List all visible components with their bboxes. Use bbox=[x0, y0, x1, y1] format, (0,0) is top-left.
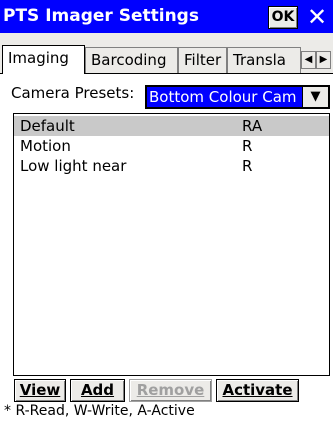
preset-name: Default bbox=[20, 117, 75, 135]
close-icon[interactable]: ✕ bbox=[303, 3, 331, 31]
legend-footnote: * R-Read, W-Write, A-Active bbox=[4, 403, 195, 419]
remove-button[interactable]: Remove bbox=[129, 379, 212, 402]
camera-presets-dropdown[interactable]: Bottom Colour Cam ▼ bbox=[145, 85, 330, 109]
preset-list[interactable]: Default RA Motion R Low light near R bbox=[13, 113, 330, 376]
view-button[interactable]: View bbox=[14, 379, 66, 402]
tab-barcoding[interactable]: Barcoding bbox=[85, 47, 178, 73]
preset-name: Low light near bbox=[20, 157, 127, 175]
tab-filter[interactable]: Filter bbox=[178, 47, 227, 73]
preset-flags: R bbox=[242, 157, 253, 175]
preset-name: Motion bbox=[20, 137, 71, 155]
list-item[interactable]: Default RA bbox=[14, 116, 329, 136]
list-item[interactable]: Motion R bbox=[14, 136, 329, 156]
tab-scroll-right-icon[interactable]: ▶ bbox=[316, 51, 331, 69]
preset-flags: R bbox=[242, 137, 253, 155]
activate-button[interactable]: Activate bbox=[216, 379, 299, 402]
camera-presets-value[interactable]: Bottom Colour Cam bbox=[147, 87, 303, 107]
camera-presets-label: Camera Presets: bbox=[11, 84, 135, 102]
tab-translation[interactable]: Transla bbox=[227, 47, 301, 73]
tab-bar: Imaging Barcoding Filter Transla bbox=[0, 45, 333, 74]
tab-scroll-left-icon[interactable]: ◀ bbox=[301, 51, 316, 69]
ok-button[interactable]: OK bbox=[268, 6, 298, 29]
chevron-down-icon[interactable]: ▼ bbox=[302, 87, 328, 107]
window-title: PTS Imager Settings bbox=[3, 6, 199, 26]
tab-imaging[interactable]: Imaging bbox=[2, 45, 85, 74]
title-bar: PTS Imager Settings OK ✕ bbox=[0, 0, 333, 33]
list-item[interactable]: Low light near R bbox=[14, 156, 329, 176]
add-button[interactable]: Add bbox=[70, 379, 125, 402]
preset-flags: RA bbox=[242, 117, 263, 135]
